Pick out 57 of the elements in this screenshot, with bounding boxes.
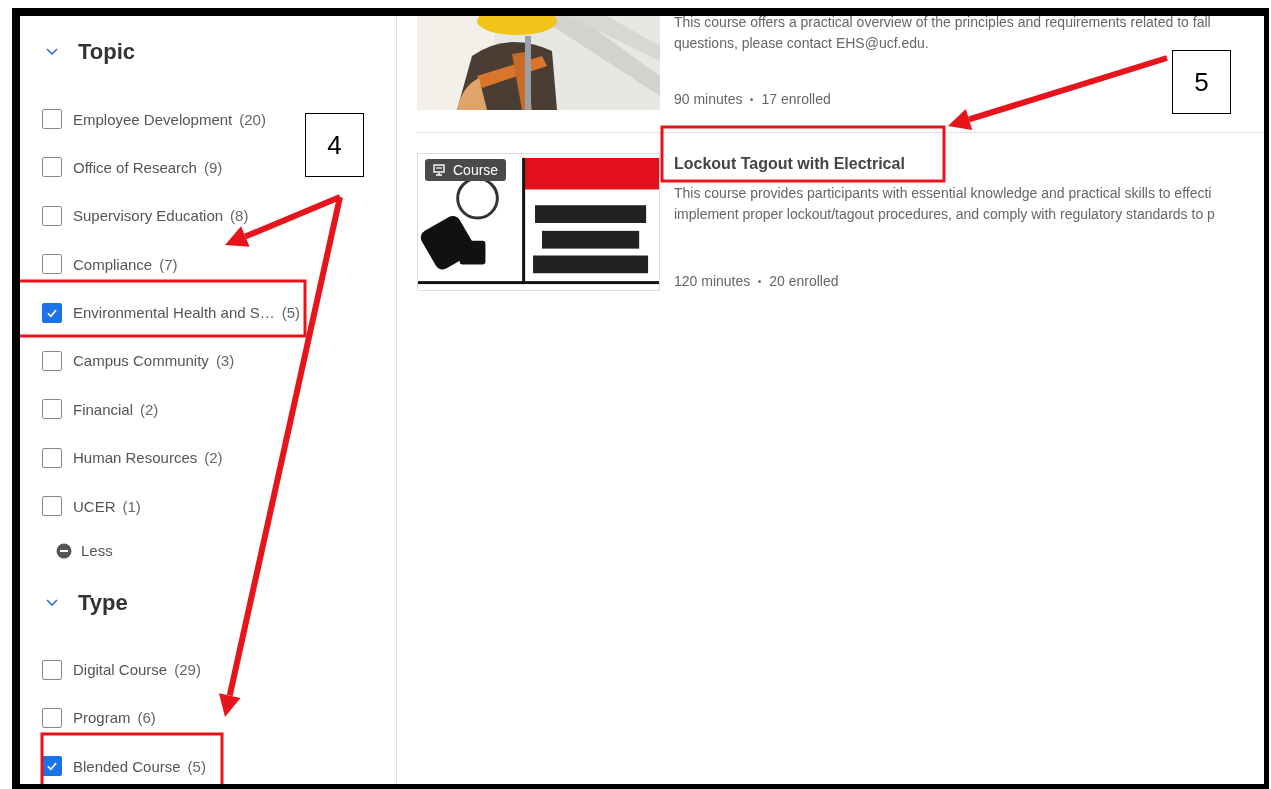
option-count: (5) xyxy=(187,757,206,775)
checkbox[interactable] xyxy=(42,659,62,680)
option-count: (20) xyxy=(239,110,266,128)
option-label[interactable]: Blended Course xyxy=(73,757,181,775)
option-label[interactable]: Environmental Health and S… xyxy=(73,304,275,322)
filter-heading: Topic xyxy=(78,39,136,65)
checkbox[interactable] xyxy=(42,496,62,517)
course-description: This course provides participants with essential knowledge and practical skills to effecti xyxy=(674,184,1213,203)
option-count: (5) xyxy=(281,304,301,322)
checkbox[interactable] xyxy=(42,707,62,728)
filter-heading: Type xyxy=(78,589,128,616)
option-label[interactable]: Compliance xyxy=(73,255,153,273)
enrolled-text: 17 enrolled xyxy=(761,91,831,107)
checkbox[interactable] xyxy=(42,447,62,468)
option-count: (9) xyxy=(203,158,223,176)
chevron-icon[interactable] xyxy=(45,47,59,57)
course-description: This course offers a practical overview of the principles and requirements related to fall xyxy=(674,16,1212,32)
checkbox[interactable] xyxy=(42,254,62,275)
less-link[interactable]: Less xyxy=(81,542,113,559)
option-label[interactable]: Human Resources xyxy=(73,449,198,467)
separator-dot xyxy=(758,279,762,283)
option-label[interactable]: Office of Research xyxy=(73,158,197,176)
presentation-icon xyxy=(433,164,445,176)
callout-label: 4 xyxy=(305,113,364,177)
course-badge: Course xyxy=(425,159,507,181)
option-count: (6) xyxy=(137,709,156,727)
checkbox[interactable] xyxy=(42,350,62,371)
option-count: (29) xyxy=(174,661,201,678)
option-count: (3) xyxy=(215,352,235,370)
option-label[interactable]: Supervisory Education xyxy=(73,207,224,225)
checkbox[interactable] xyxy=(42,109,62,129)
option-label[interactable]: Digital Course xyxy=(73,661,168,678)
minus-circle-icon[interactable] xyxy=(56,542,72,559)
option-label[interactable]: Financial xyxy=(73,400,134,418)
course-title[interactable]: Lockout Tagout with Electrical xyxy=(674,155,1264,173)
option-label[interactable]: Employee Development xyxy=(73,110,233,128)
course-description: questions, please contact EHS@ucf.edu. xyxy=(674,34,930,53)
option-count: (1) xyxy=(122,497,141,515)
option-label[interactable]: Program xyxy=(73,709,131,727)
option-count: (8) xyxy=(230,207,249,225)
option-count: (7) xyxy=(159,255,178,273)
course-description: implement proper lockout/tagout procedures, and comply with regulatory standards to p xyxy=(674,205,1216,224)
option-label[interactable]: UCER xyxy=(73,497,116,515)
duration-text: 90 minutes xyxy=(674,91,743,107)
option-count: (2) xyxy=(140,400,159,418)
checkbox[interactable] xyxy=(42,157,62,178)
duration-text: 120 minutes xyxy=(674,273,751,289)
option-label[interactable]: Campus Community xyxy=(73,352,209,370)
checkbox[interactable] xyxy=(42,205,62,226)
checkbox[interactable] xyxy=(42,302,62,323)
callout-label: 5 xyxy=(1172,50,1231,114)
checkbox[interactable] xyxy=(42,756,62,777)
separator-dot xyxy=(750,97,754,101)
enrolled-text: 20 enrolled xyxy=(769,273,839,289)
checkbox[interactable] xyxy=(42,399,62,420)
option-count: (2) xyxy=(204,449,223,467)
chevron-icon[interactable] xyxy=(45,597,59,608)
